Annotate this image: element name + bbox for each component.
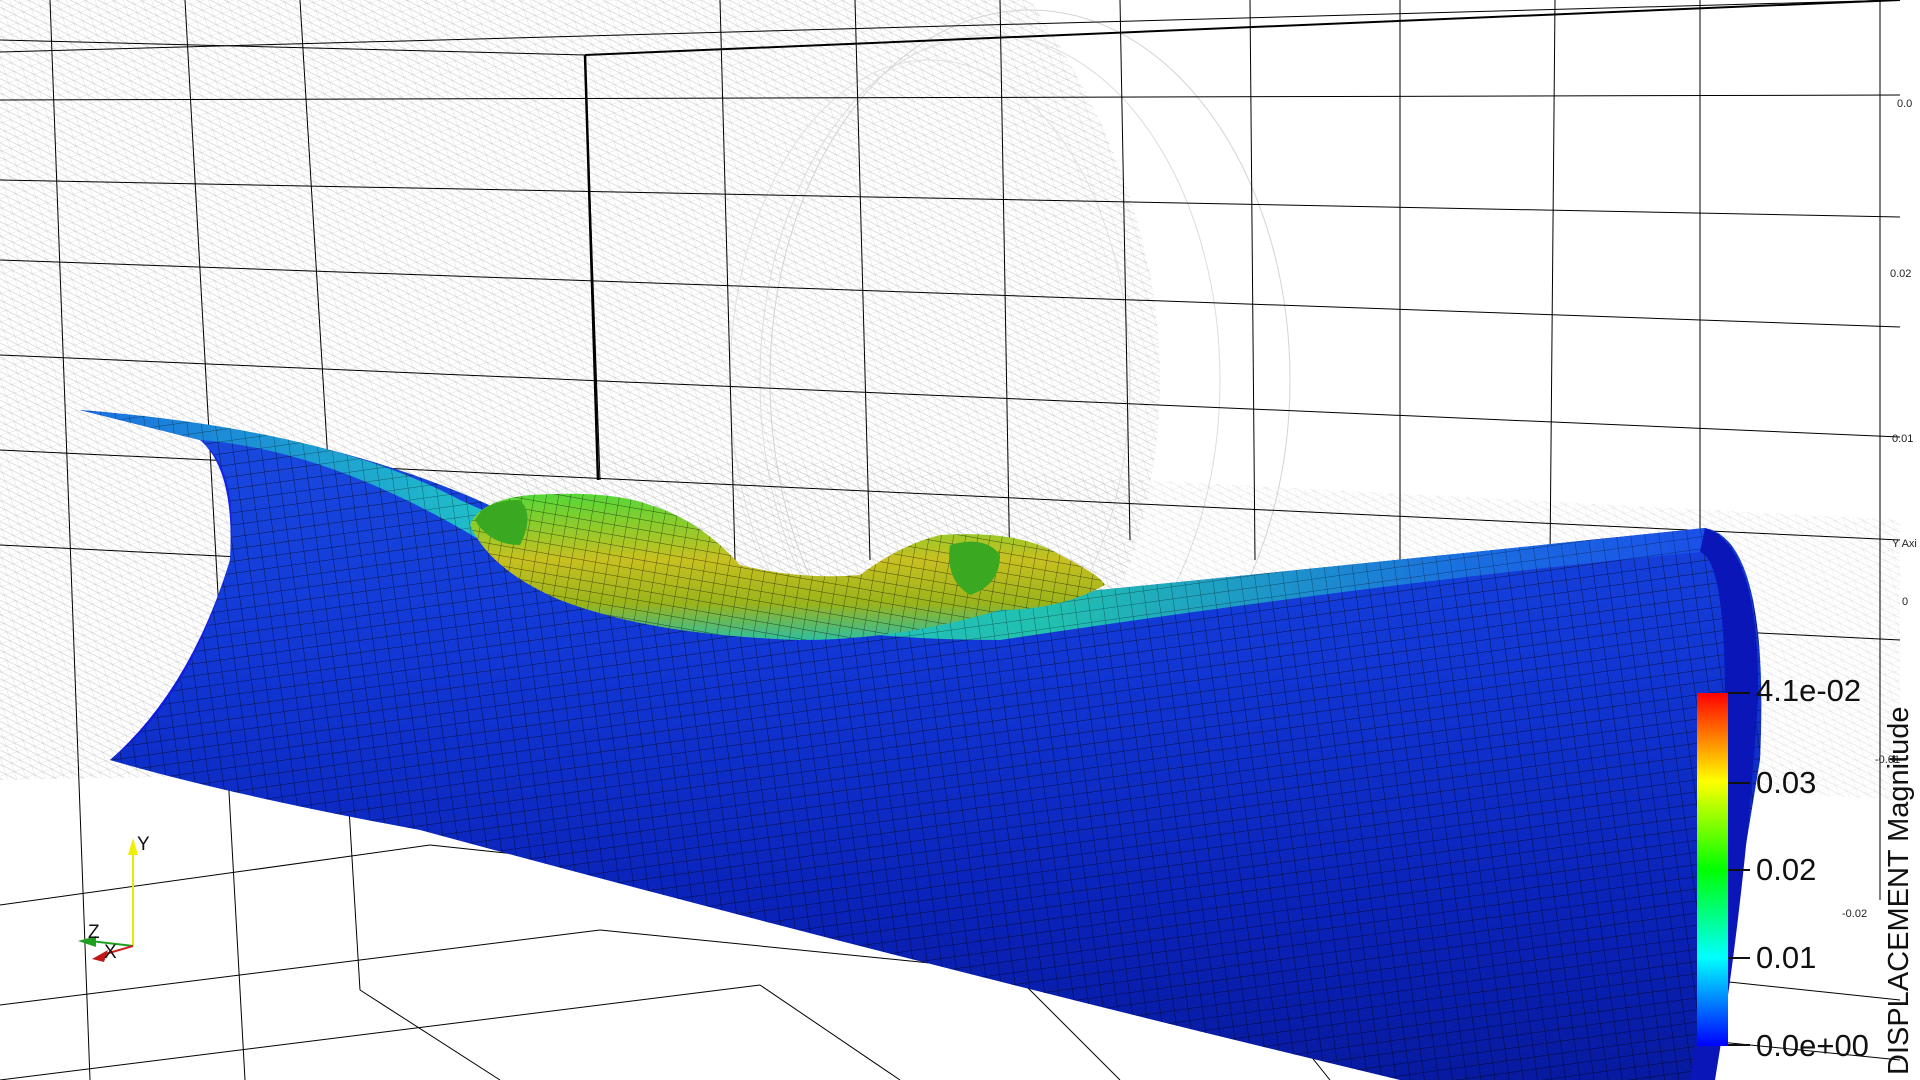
orient-z-label: Z (88, 922, 100, 943)
colorbar-gradient (1697, 693, 1728, 1046)
render-viewport[interactable]: Y Axi 0.0 0.02 0.01 0 -0.01 -0.02 Y Z X … (0, 0, 1920, 1080)
colorbar-label: 0.03 (1756, 765, 1816, 800)
orient-y-label: Y (137, 834, 150, 855)
colorbar-label: 0.02 (1756, 852, 1816, 887)
y-tick-label: 0.0 (1897, 98, 1912, 110)
orient-x-label: X (104, 942, 117, 963)
y-axis-title: Y Axi (1892, 538, 1917, 550)
y-tick-label: 0.01 (1892, 433, 1913, 445)
y-tick-label: 0.02 (1890, 268, 1911, 280)
y-tick-label: 0 (1902, 596, 1908, 608)
colorbar-label: 0.01 (1756, 940, 1816, 975)
y-tick-label: -0.02 (1842, 908, 1867, 920)
colorbar-label-max: 4.1e-02 (1756, 673, 1861, 708)
colorbar-title: DISPLACEMENT Magnitude (1883, 706, 1915, 1075)
orientation-axes-widget[interactable]: Y Z X (78, 834, 150, 963)
colorbar-label-min: 0.0e+00 (1756, 1028, 1869, 1063)
